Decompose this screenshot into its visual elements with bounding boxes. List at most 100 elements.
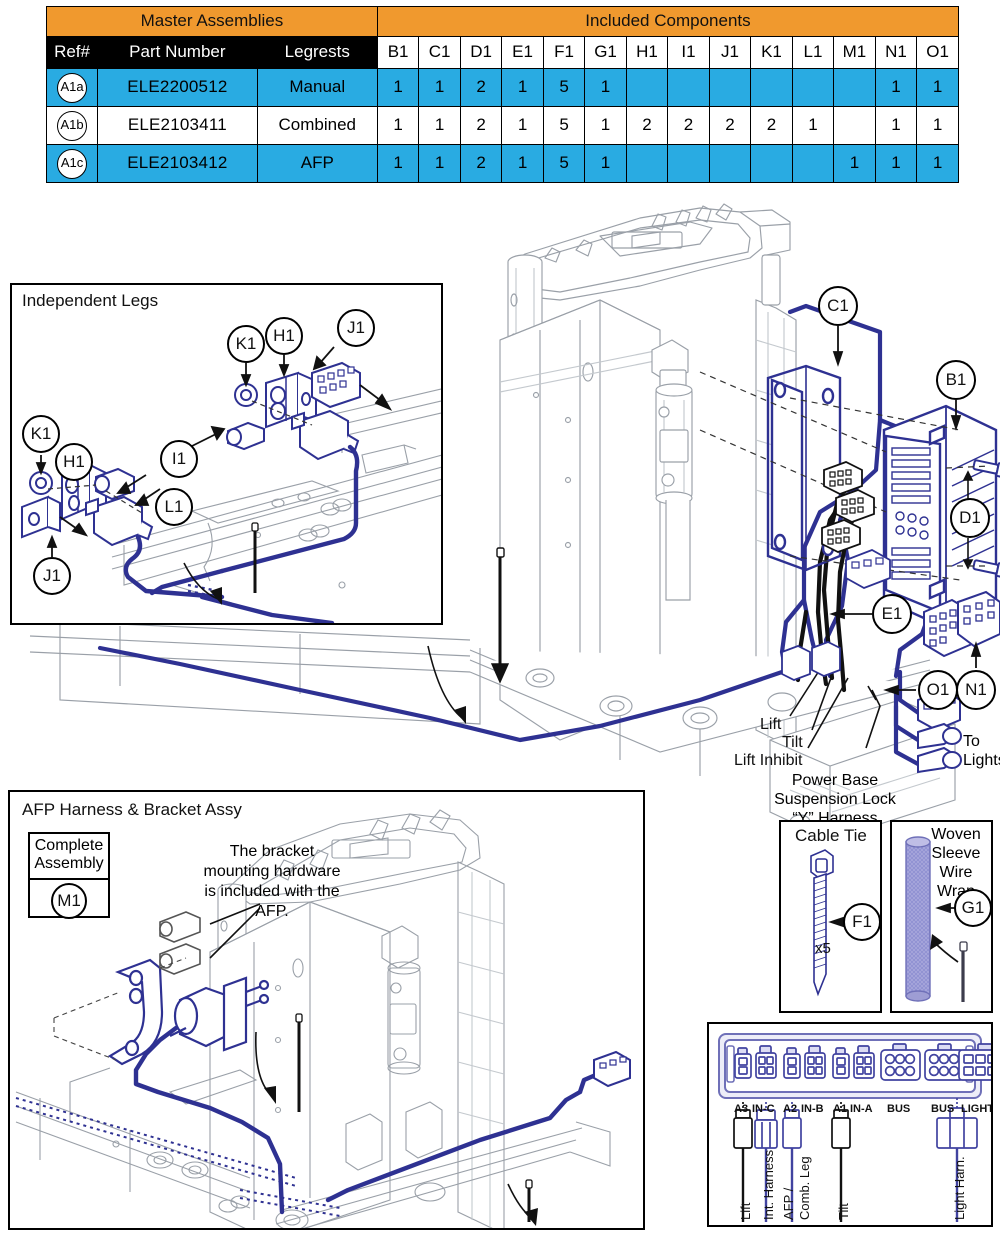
ref-bubble: A1a xyxy=(57,72,88,103)
parts-table: Master Assemblies Included Components Re… xyxy=(45,6,960,183)
qty-cell: 2 xyxy=(667,106,710,145)
callout-h1-upper: H1 xyxy=(265,317,303,355)
table-column-header-row: Ref# Part Number Legrests B1 C1 D1 E1 F1… xyxy=(45,36,959,69)
callout-k1-lower: K1 xyxy=(22,415,60,453)
column-header-c1: C1 xyxy=(418,36,461,69)
table-row: A1a ELE2200512 Manual 1 1 2 1 5 1 1 1 xyxy=(45,68,959,107)
callout-g1: G1 xyxy=(954,889,991,927)
ref-cell: A1c xyxy=(45,144,99,183)
ref-bubble: A1b xyxy=(57,110,88,141)
part-number-cell: ELE2200512 xyxy=(97,68,258,107)
qty-cell xyxy=(708,68,752,107)
callout-o1: O1 xyxy=(918,670,958,710)
qty-cell: 2 xyxy=(750,106,793,145)
qty-cell: 1 xyxy=(376,106,420,145)
callout-n1: N1 xyxy=(956,670,996,710)
column-header-i1: I1 xyxy=(667,36,710,69)
woven-sleeve-panel: Woven Sleeve Wire Wrap G1 xyxy=(890,820,993,1013)
afp-panel-title: AFP Harness & Bracket Assy xyxy=(22,800,242,819)
port-label-in-a: IN-A xyxy=(850,1103,873,1115)
qty-cell: 2 xyxy=(459,68,503,107)
wire-label-afp: AFP / xyxy=(781,1187,796,1220)
to-lights-line2: Lights xyxy=(963,752,1000,770)
callout-f1: F1 xyxy=(843,903,880,941)
callout-c1: C1 xyxy=(818,286,858,326)
afp-note-line3: is included with the xyxy=(204,883,340,900)
qty-cell: 1 xyxy=(584,144,627,183)
qty-cell: 2 xyxy=(625,106,669,145)
legrests-cell: Manual xyxy=(256,68,378,107)
column-header-e1: E1 xyxy=(501,36,544,69)
qty-cell: 1 xyxy=(376,68,420,107)
label-lift: Lift xyxy=(760,716,782,733)
column-header-l1: L1 xyxy=(791,36,835,69)
qty-cell xyxy=(750,68,793,107)
port-label-light: LIGHT xyxy=(961,1103,993,1115)
qty-cell: 1 xyxy=(584,68,627,107)
complete-assembly-ref-container: M1 xyxy=(30,880,108,922)
part-number-cell: ELE2103411 xyxy=(97,106,258,145)
column-header-ref: Ref# xyxy=(45,36,99,69)
label-tilt: Tilt xyxy=(782,734,803,751)
qty-cell: 5 xyxy=(542,106,586,145)
afp-note-line4: AFP. xyxy=(255,903,289,920)
qty-cell: 1 xyxy=(584,106,627,145)
ref-cell: A1a xyxy=(45,68,99,107)
qty-cell: 1 xyxy=(874,68,918,107)
qty-cell xyxy=(667,68,710,107)
to-lights-line1: To xyxy=(963,733,980,750)
qty-cell: 1 xyxy=(916,106,959,145)
group-header-master-assemblies: Master Assemblies xyxy=(46,6,378,37)
column-header-h1: H1 xyxy=(625,36,669,69)
qty-cell: 1 xyxy=(916,68,959,107)
qty-cell: 1 xyxy=(501,106,544,145)
qty-cell: 1 xyxy=(376,144,420,183)
callout-l1: L1 xyxy=(155,488,193,526)
cable-tie-qty: x5 xyxy=(815,940,831,957)
column-header-legrests: Legrests xyxy=(256,36,378,69)
afp-note-line2: mounting hardware xyxy=(203,863,341,880)
afp-harness-panel: AFP Harness & Bracket Assy Complete Asse… xyxy=(8,790,645,1230)
table-row: A1b ELE2103411 Combined 1 1 2 1 5 1 2 2 … xyxy=(45,106,959,145)
qty-cell xyxy=(708,144,752,183)
column-header-f1: F1 xyxy=(542,36,586,69)
qty-cell: 1 xyxy=(418,144,461,183)
complete-assembly-line2: Assembly xyxy=(34,855,104,873)
column-header-b1: B1 xyxy=(376,36,420,69)
qty-cell xyxy=(625,144,669,183)
group-header-included-components: Included Components xyxy=(376,6,960,37)
ref-bubble: A1c xyxy=(57,148,88,179)
wire-label-int-harness: Int. Harness xyxy=(761,1149,776,1220)
independent-legs-panel: Independent Legs K1 H1 J1 K1 H1 I1 L1 J1 xyxy=(10,283,443,625)
complete-assembly-box: Complete Assembly M1 xyxy=(28,832,110,919)
ref-cell: A1b xyxy=(45,106,99,145)
qty-cell xyxy=(833,68,876,107)
connector-port-panel: A3 IN-C A2 IN-B A1 IN-A BUS BUS LIGHT Li… xyxy=(707,1022,993,1227)
callout-j1-upper: J1 xyxy=(337,309,375,347)
wire-label-tilt: Tilt xyxy=(836,1203,851,1220)
part-number-cell: ELE2103412 xyxy=(97,144,258,183)
qty-cell: 2 xyxy=(459,144,503,183)
complete-assembly-label: Complete Assembly xyxy=(30,834,108,880)
afp-note-line1: The bracket xyxy=(229,843,315,860)
label-lift-inhibit: Lift Inhibit xyxy=(734,752,803,769)
legrests-cell: AFP xyxy=(256,144,378,183)
cable-tie-panel: Cable Tie F1 x5 xyxy=(779,820,882,1013)
port-label-a3: A3 xyxy=(734,1103,749,1115)
qty-cell: 1 xyxy=(874,106,918,145)
qty-cell: 1 xyxy=(501,68,544,107)
cable-tie-title: Cable Tie xyxy=(795,826,867,845)
qty-cell: 1 xyxy=(916,144,959,183)
wire-label-light-harn: Light Harn. xyxy=(952,1156,967,1220)
qty-cell xyxy=(667,144,710,183)
column-header-j1: J1 xyxy=(708,36,752,69)
y-harness-line2: Suspension Lock xyxy=(774,791,896,809)
connector-panel-illustration xyxy=(718,1033,991,1222)
port-label-bus-1: BUS xyxy=(887,1103,911,1115)
qty-cell xyxy=(791,68,835,107)
port-label-in-c: IN-C xyxy=(752,1103,775,1115)
qty-cell xyxy=(791,144,835,183)
y-harness-line1: Power Base xyxy=(791,772,879,789)
port-label-bus-2: BUS xyxy=(931,1103,955,1115)
callout-m1: M1 xyxy=(51,882,87,919)
